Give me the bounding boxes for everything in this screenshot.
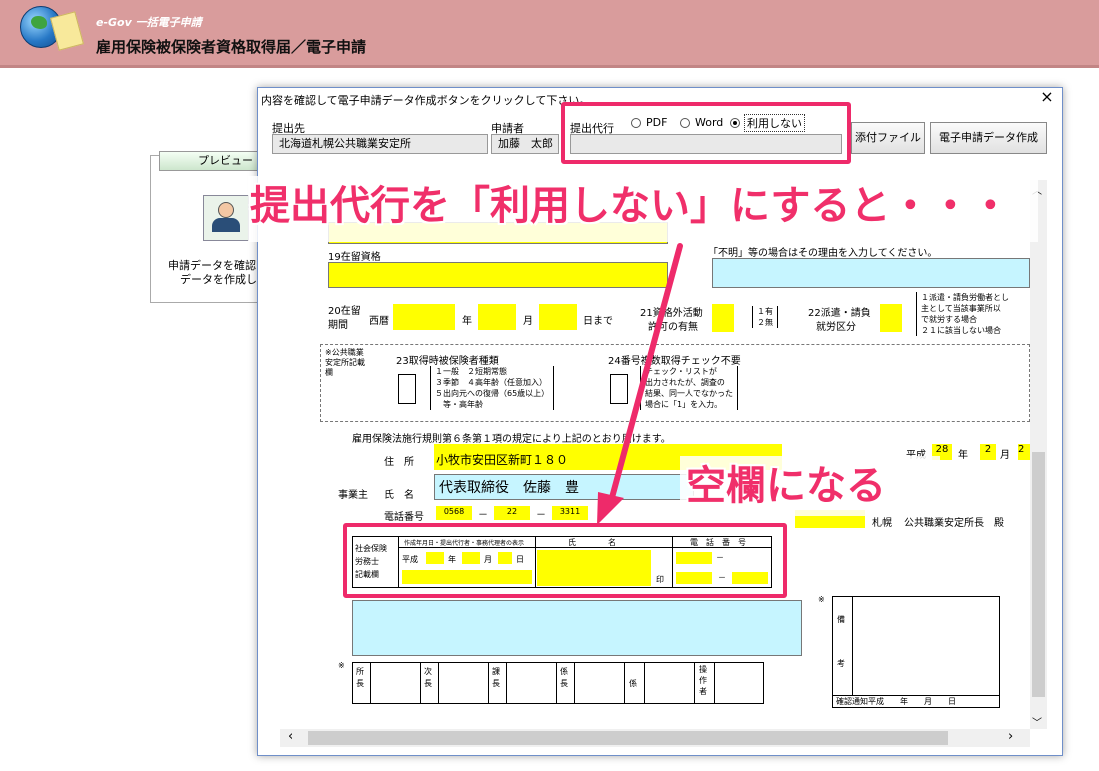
callout-arrow [597,243,683,525]
